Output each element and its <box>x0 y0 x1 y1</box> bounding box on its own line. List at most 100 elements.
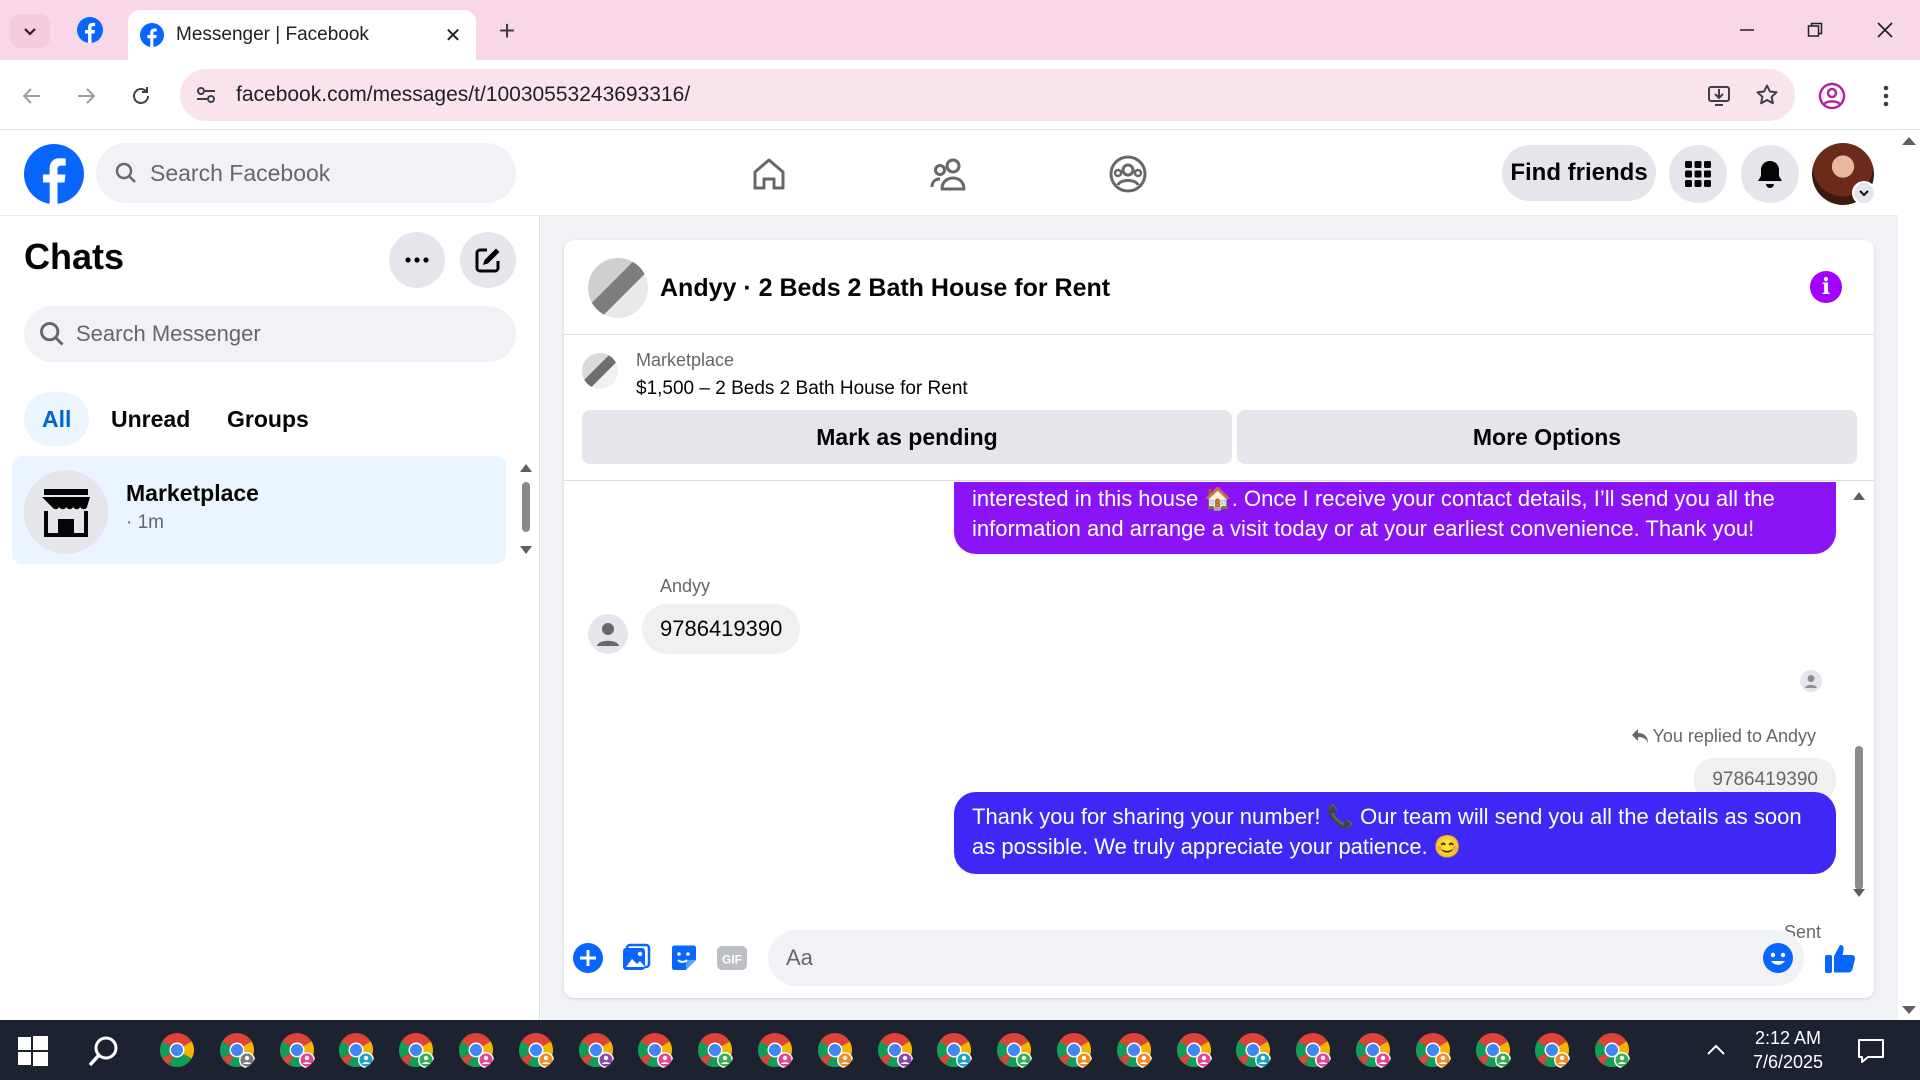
windows-start-icon[interactable] <box>18 1036 48 1066</box>
chrome-profile-taskbar-icon[interactable] <box>1293 1030 1333 1070</box>
gif-icon[interactable]: GIF <box>714 940 750 976</box>
emoji-icon[interactable] <box>1760 940 1796 976</box>
chrome-profile-taskbar-icon[interactable] <box>1473 1030 1513 1070</box>
chrome-profile-taskbar-icon[interactable] <box>875 1030 915 1070</box>
chats-sidebar: Chats Search Messenger All Unread Groups… <box>0 216 540 1020</box>
groups-nav-icon[interactable] <box>1103 149 1153 199</box>
install-app-icon[interactable] <box>1699 75 1739 115</box>
conversation-info-icon[interactable]: i <box>1810 271 1842 303</box>
chrome-profile-taskbar-icon[interactable] <box>456 1030 496 1070</box>
chrome-profile-taskbar-icon[interactable] <box>815 1030 855 1070</box>
chrome-profile-taskbar-icon[interactable] <box>755 1030 795 1070</box>
conversation-title[interactable]: Andyy · 2 Beds 2 Bath House for Rent <box>660 274 1110 303</box>
chats-scrollbar[interactable] <box>518 460 534 560</box>
chrome-profile-taskbar-icon[interactable] <box>396 1030 436 1070</box>
friends-nav-icon[interactable] <box>924 149 974 199</box>
facebook-favicon-icon <box>77 17 103 43</box>
chrome-profile-taskbar-icon[interactable] <box>516 1030 556 1070</box>
pinned-tab-facebook[interactable] <box>72 12 108 48</box>
chrome-profile-taskbar-icon[interactable] <box>1114 1030 1154 1070</box>
incoming-message[interactable]: 9786419390 <box>642 604 801 654</box>
listing-title[interactable]: $1,500 – 2 Beds 2 Bath House for Rent <box>636 378 968 400</box>
listing-thumbnail[interactable] <box>582 353 618 389</box>
chrome-profile-taskbar-icon[interactable] <box>217 1030 257 1070</box>
taskbar-search-icon[interactable] <box>84 1032 124 1072</box>
forward-arrow-icon[interactable] <box>66 76 106 116</box>
chats-heading: Chats <box>24 236 125 277</box>
outgoing-message[interactable]: Thank you for sharing your number! 📞 Our… <box>954 792 1836 874</box>
reply-arrow-icon <box>1631 729 1648 743</box>
notifications-bell-icon[interactable] <box>1741 145 1799 203</box>
chrome-profile-taskbar-icon[interactable] <box>1353 1030 1393 1070</box>
plus-circle-icon[interactable] <box>570 940 606 976</box>
outgoing-message[interactable]: interested in this house 🏠. Once I recei… <box>954 482 1836 554</box>
chat-time: · 1m <box>126 512 164 533</box>
new-message-button[interactable] <box>460 232 516 288</box>
profile-icon[interactable] <box>1812 76 1852 116</box>
chrome-profile-taskbar-icon[interactable] <box>994 1030 1034 1070</box>
filter-unread[interactable]: Unread <box>93 392 208 446</box>
compose-icon <box>475 248 500 273</box>
messenger-search-input[interactable]: Search Messenger <box>24 306 516 362</box>
new-tab-icon[interactable]: + <box>490 14 524 48</box>
filter-all[interactable]: All <box>24 392 90 446</box>
chrome-profile-taskbar-icon[interactable] <box>277 1030 317 1070</box>
minimize-window-icon[interactable] <box>1722 8 1772 52</box>
search-icon <box>115 162 136 183</box>
sender-avatar[interactable] <box>588 614 628 654</box>
chrome-profile-taskbar-icon[interactable] <box>695 1030 735 1070</box>
facebook-logo-icon[interactable] <box>24 144 84 204</box>
restore-window-icon[interactable] <box>1790 8 1840 52</box>
site-settings-icon[interactable] <box>180 69 232 121</box>
close-tab-icon[interactable]: ✕ <box>440 22 466 48</box>
chrome-profile-taskbar-icon[interactable] <box>934 1030 974 1070</box>
menu-grid-icon[interactable] <box>1669 145 1727 203</box>
tab-search-button[interactable] <box>10 14 50 48</box>
sticker-icon[interactable] <box>666 940 702 976</box>
back-arrow-icon[interactable] <box>12 76 52 116</box>
chrome-profile-taskbar-icon[interactable] <box>635 1030 675 1070</box>
chat-item-marketplace[interactable]: Marketplace · 1m <box>12 456 506 564</box>
url-bar[interactable]: facebook.com/messages/t/1003055324369331… <box>180 69 1795 121</box>
browser-menu-icon[interactable] <box>1866 76 1906 116</box>
chrome-profile-taskbar-icon[interactable] <box>1233 1030 1273 1070</box>
search-icon <box>40 322 64 346</box>
home-nav-icon[interactable] <box>744 149 794 199</box>
tray-chevron-up-icon[interactable] <box>1704 1038 1728 1062</box>
find-friends-button[interactable]: Find friends <box>1502 145 1656 201</box>
chrome-profile-taskbar-icon[interactable] <box>1532 1030 1572 1070</box>
chrome-profile-taskbar-icon[interactable] <box>1174 1030 1214 1070</box>
page-scrollbar[interactable] <box>1898 131 1920 1020</box>
messages-scrollbar[interactable] <box>1852 488 1866 908</box>
chrome-profile-taskbar-icon[interactable] <box>1054 1030 1094 1070</box>
chrome-profile-taskbar-icon[interactable] <box>1413 1030 1453 1070</box>
mark-as-pending-button[interactable]: Mark as pending <box>582 410 1232 464</box>
chrome-profile-taskbar-icon[interactable] <box>576 1030 616 1070</box>
chrome-profile-taskbar-icon[interactable] <box>336 1030 376 1070</box>
message-input[interactable]: Aa <box>768 930 1804 986</box>
default-user-icon <box>597 623 619 646</box>
close-window-icon[interactable] <box>1860 8 1910 52</box>
scroll-down-arrow-icon[interactable] <box>1852 886 1866 900</box>
conversation-thumbnail[interactable] <box>588 258 648 318</box>
chat-name: Marketplace <box>126 480 259 506</box>
notification-center-icon[interactable] <box>1856 1036 1886 1066</box>
facebook-favicon-icon <box>140 23 164 47</box>
active-tab[interactable]: Messenger | Facebook ✕ <box>128 10 476 60</box>
messenger-search-placeholder: Search Messenger <box>76 321 261 346</box>
taskbar-clock[interactable]: 2:12 AM 7/6/2025 <box>1728 1026 1848 1074</box>
reload-icon[interactable] <box>121 76 161 116</box>
conversation-header: Andyy · 2 Beds 2 Bath House for Rent i <box>564 240 1874 335</box>
browser-tab-strip: Messenger | Facebook ✕ + <box>0 0 1920 60</box>
facebook-search-input[interactable]: Search Facebook <box>96 143 516 203</box>
more-options-button[interactable]: More Options <box>1237 410 1857 464</box>
chrome-profile-taskbar-icon[interactable] <box>1592 1030 1632 1070</box>
chrome-taskbar-icon[interactable] <box>157 1030 197 1070</box>
thumbs-up-icon[interactable] <box>1822 940 1858 976</box>
chat-options-button[interactable] <box>389 232 445 288</box>
photo-icon[interactable] <box>618 940 654 976</box>
account-chevron-icon[interactable] <box>1852 181 1876 205</box>
bookmark-star-icon[interactable] <box>1747 75 1787 115</box>
filter-groups[interactable]: Groups <box>209 392 327 446</box>
url-text: facebook.com/messages/t/1003055324369331… <box>236 83 691 106</box>
